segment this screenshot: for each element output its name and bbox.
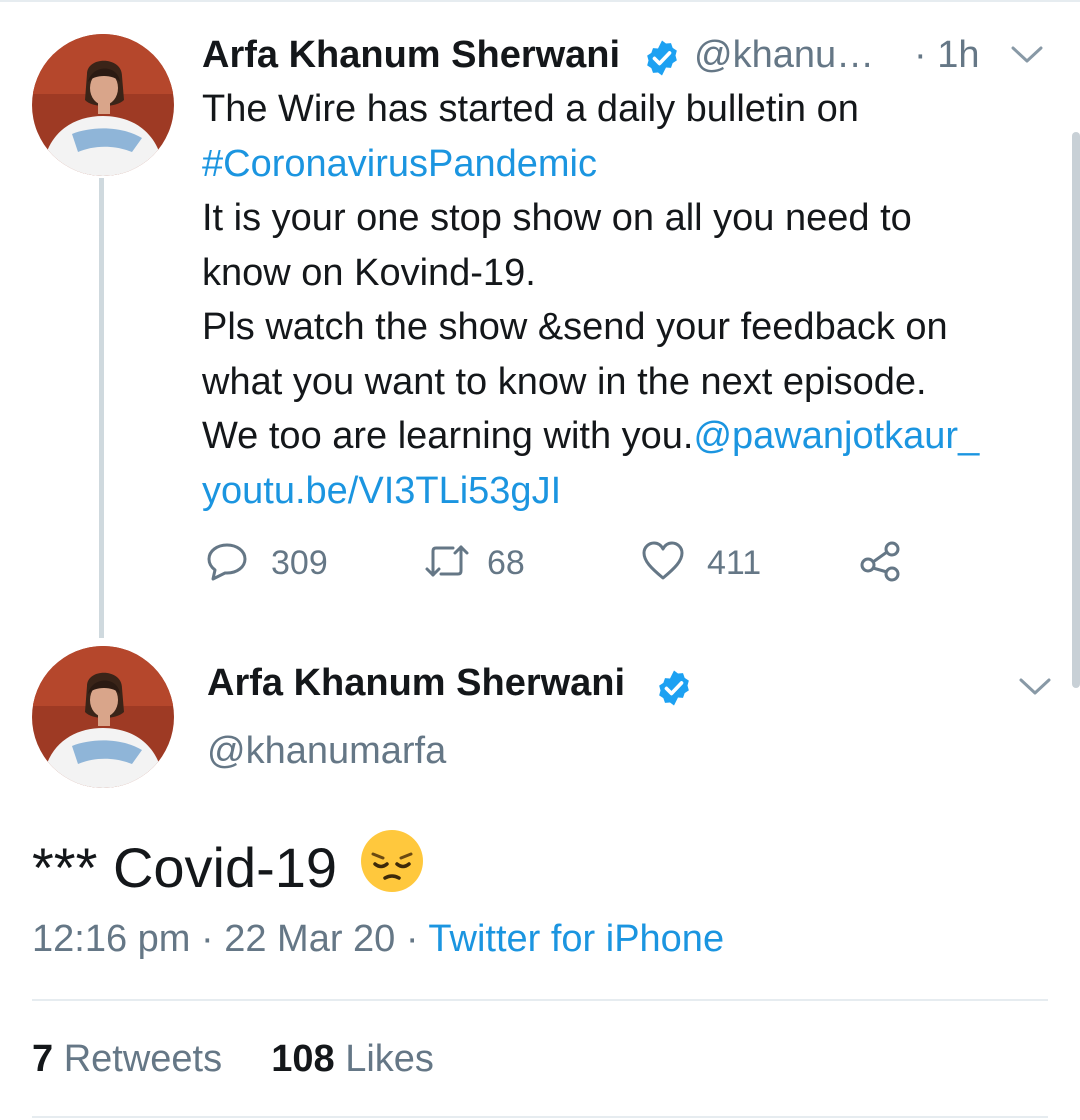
author-name[interactable]: Arfa Khanum Sherwani (207, 662, 625, 705)
tweet-timestamp: 12:16 pm · 22 Mar 20 · (32, 918, 429, 960)
tweet-line: Pls watch the show &send your feedback o… (202, 300, 1062, 355)
tweet-line: We too are learning with you.@pawanjotka… (202, 409, 1062, 464)
line-text: what you want to know in the next episod… (202, 360, 927, 403)
share-button[interactable] (859, 538, 903, 588)
tweet-line: know on Kovind-19. (202, 246, 1062, 301)
tweet-body: The Wire has started a daily bulletin on… (202, 82, 1062, 518)
verified-badge-icon (654, 668, 694, 713)
author-name[interactable]: Arfa Khanum Sherwani (202, 34, 620, 77)
line-text: Pls watch the show &send your feedback o… (202, 306, 948, 348)
hashtag-link[interactable]: #CoronavirusPandemic (202, 143, 597, 185)
pensive-face-emoji (359, 828, 425, 907)
reply-icon (205, 539, 249, 588)
tweet-header: Arfa Khanum Sherwani @khanu… · 1h (202, 30, 1052, 80)
tweet-line: #CoronavirusPandemic (202, 137, 1062, 192)
line-text: We too are learning with you. (202, 415, 694, 457)
heart-icon (641, 540, 685, 587)
line-text: The Wire has started a daily bulletin on (202, 88, 859, 130)
reply-count: 309 (271, 543, 328, 582)
tweet-line: The Wire has started a daily bulletin on (202, 82, 1062, 137)
tweet-line: It is your one stop show on all you need… (202, 191, 1062, 246)
likes-count: 108 (271, 1038, 335, 1080)
tweet-line: what you want to know in the next episod… (202, 355, 1062, 410)
retweets-count: 7 (32, 1038, 54, 1080)
tweet-time[interactable]: · 1h (914, 34, 979, 77)
like-count: 411 (707, 543, 762, 582)
tweet-source-link[interactable]: Twitter for iPhone (428, 918, 724, 960)
tweet-actions: 309 68 411 (205, 538, 925, 588)
share-icon (859, 540, 903, 587)
author-handle[interactable]: @khanu… (694, 34, 874, 77)
line-text: It is your one stop show on all you need… (202, 197, 912, 239)
top-divider (0, 0, 1080, 2)
divider (32, 1116, 1048, 1118)
url-link[interactable]: youtu.be/VI3TLi53gJI (202, 470, 561, 512)
mention-link[interactable]: @pawanjotkaur_ (693, 415, 979, 457)
retweets-stat[interactable]: 7 Retweets (32, 1038, 222, 1080)
retweet-icon (423, 541, 471, 586)
tweet-stats: 7 Retweets 108 Likes (32, 1038, 434, 1081)
thread-connector-line (99, 178, 104, 638)
divider (32, 999, 1048, 1001)
tweet-line: youtu.be/VI3TLi53gJI (202, 464, 1062, 519)
tweet-body: *** Covid-19 (32, 828, 425, 907)
scrollbar[interactable] (1072, 132, 1080, 688)
retweet-button[interactable]: 68 (423, 538, 525, 588)
line-text: know on Kovind-19. (202, 251, 536, 294)
tweet-text: *** Covid-19 (32, 836, 338, 899)
likes-label: Likes (345, 1038, 434, 1080)
likes-stat[interactable]: 108 Likes (271, 1038, 434, 1080)
verified-badge-icon (642, 38, 682, 83)
avatar[interactable] (32, 34, 174, 176)
reply-button[interactable]: 309 (205, 538, 328, 588)
retweet-count: 68 (487, 543, 525, 582)
author-handle[interactable]: @khanumarfa (207, 730, 446, 773)
like-button[interactable]: 411 (641, 538, 761, 588)
retweets-label: Retweets (63, 1038, 223, 1080)
chevron-down-icon[interactable] (1010, 44, 1044, 71)
tweet-meta: 12:16 pm · 22 Mar 20 · Twitter for iPhon… (32, 918, 724, 961)
avatar[interactable] (32, 646, 174, 788)
chevron-down-icon[interactable] (1018, 676, 1052, 703)
